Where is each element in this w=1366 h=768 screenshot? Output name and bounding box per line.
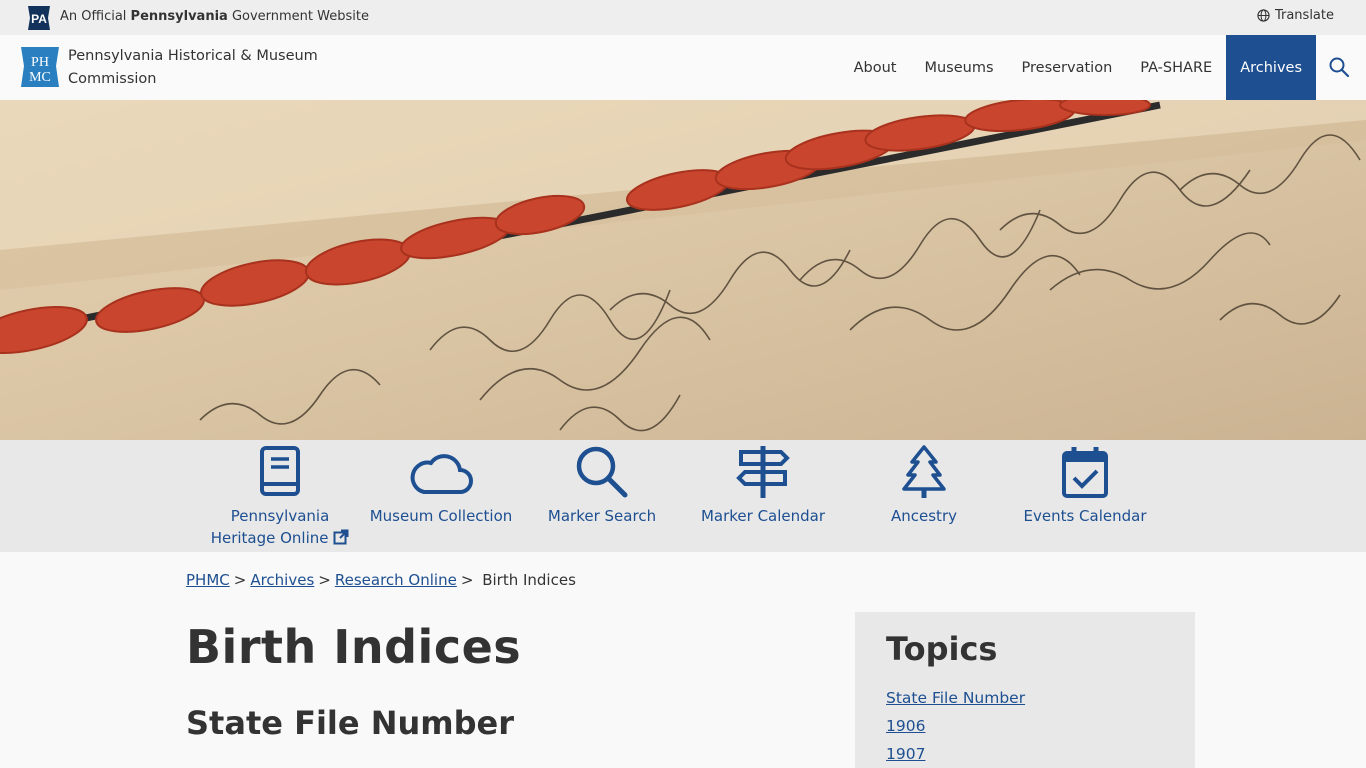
- org-name[interactable]: Pennsylvania Historical & Museum Commiss…: [68, 45, 328, 91]
- quick-link-events-calendar[interactable]: Events Calendar: [1005, 440, 1165, 527]
- breadcrumb-archives[interactable]: Archives: [250, 571, 314, 589]
- topics-sidebar: Topics State File Number 1906 1907: [855, 612, 1195, 768]
- breadcrumb: PHMC > Archives > Research Online > Birth Ind…: [186, 571, 576, 589]
- official-state: Pennsylvania: [130, 9, 228, 24]
- breadcrumb-phmc[interactable]: PHMC: [186, 571, 230, 589]
- official-suffix: Government Website: [227, 9, 369, 24]
- svg-text:PH: PH: [31, 55, 49, 70]
- topics-title: Topics: [886, 630, 998, 668]
- nav-preservation[interactable]: Preservation: [1008, 35, 1127, 100]
- quick-link-label: Ancestry: [891, 507, 957, 525]
- main-nav: About Museums Preservation PA-SHARE Arch…: [840, 35, 1316, 100]
- external-link-icon: [333, 529, 349, 545]
- nav-museums[interactable]: Museums: [910, 35, 1007, 100]
- svg-text:PA: PA: [31, 12, 47, 26]
- breadcrumb-separator: >: [460, 571, 474, 589]
- breadcrumb-research-online[interactable]: Research Online: [335, 571, 457, 589]
- cloud-icon: [410, 454, 473, 494]
- nav-archives[interactable]: Archives: [1226, 35, 1316, 100]
- translate-label: Translate: [1274, 8, 1334, 23]
- tree-icon: [902, 445, 946, 498]
- quick-link-museum-collection[interactable]: Museum Collection: [361, 440, 521, 527]
- globe-icon: [1257, 9, 1270, 22]
- breadcrumb-separator: >: [233, 571, 247, 589]
- signpost-icon: [736, 446, 790, 498]
- svg-text:MC: MC: [29, 70, 51, 85]
- quick-link-ancestry[interactable]: Ancestry: [844, 440, 1004, 527]
- topic-link-1907[interactable]: 1907: [886, 740, 1164, 768]
- topic-link-1906[interactable]: 1906: [886, 712, 1164, 740]
- phmc-logo-icon[interactable]: PH MC: [19, 46, 61, 88]
- pa-keystone-icon: PA: [28, 6, 50, 30]
- topic-link-state-file-number[interactable]: State File Number: [886, 684, 1164, 712]
- search-icon[interactable]: [1328, 56, 1350, 78]
- hero-image: [0, 100, 1366, 440]
- quick-links-bar: Pennsylvania Heritage Online Museum Coll…: [0, 440, 1366, 552]
- translate-button[interactable]: Translate: [1257, 8, 1334, 23]
- quick-link-pa-heritage[interactable]: Pennsylvania Heritage Online: [200, 440, 360, 549]
- quick-link-label: Marker Search: [547, 507, 657, 525]
- nav-about[interactable]: About: [840, 35, 911, 100]
- quick-link-label: Museum Collection: [369, 507, 513, 525]
- breadcrumb-current: Birth Indices: [482, 571, 576, 589]
- quick-link-label: Marker Calendar: [700, 507, 826, 525]
- quick-link-label: Pennsylvania Heritage Online: [200, 505, 360, 549]
- quick-link-label: Events Calendar: [1023, 507, 1147, 525]
- quick-link-marker-search[interactable]: Marker Search: [522, 440, 682, 527]
- page-title: Birth Indices: [186, 620, 522, 674]
- section-title: State File Number: [186, 704, 515, 742]
- nav-pa-share[interactable]: PA-SHARE: [1126, 35, 1226, 100]
- breadcrumb-separator: >: [318, 571, 331, 589]
- official-website-text: An Official Pennsylvania Government Webs…: [60, 9, 369, 24]
- search-icon: [576, 446, 628, 498]
- historic-document-image: [0, 100, 1366, 440]
- calendar-check-icon: [1062, 447, 1108, 498]
- official-gov-bar: PA An Official Pennsylvania Government W…: [0, 0, 1366, 35]
- book-icon: [260, 446, 300, 496]
- quick-link-marker-calendar[interactable]: Marker Calendar: [683, 440, 843, 527]
- official-prefix: An Official: [60, 9, 131, 24]
- site-header: PH MC Pennsylvania Historical & Museum C…: [0, 35, 1366, 100]
